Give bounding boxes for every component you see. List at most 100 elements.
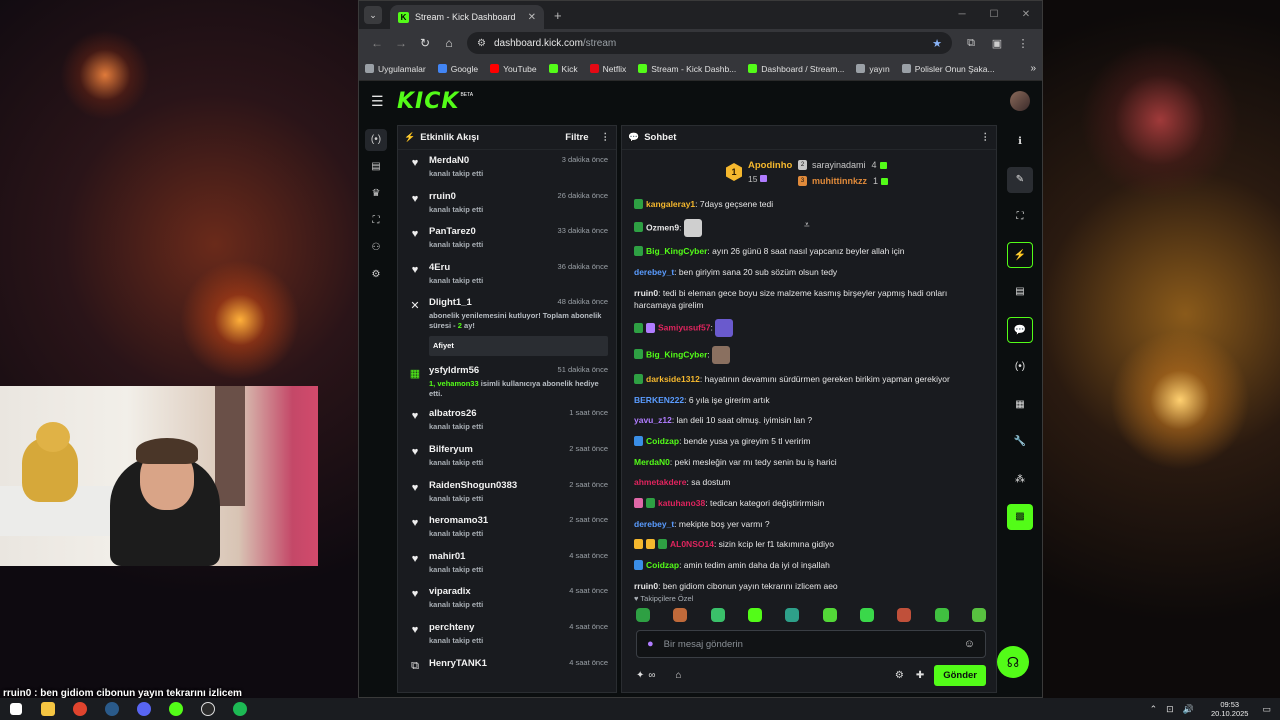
bookmarks-overflow-icon[interactable]: » [1030, 63, 1036, 74]
bookmark-item[interactable]: Uygulamalar [365, 64, 426, 74]
maximize-icon[interactable]: ☐ [978, 1, 1010, 29]
quick-emote[interactable] [859, 608, 874, 622]
profile-icon[interactable]: ▣ [984, 37, 1010, 50]
activity-username[interactable]: mahir01 [429, 551, 465, 562]
activity-username[interactable]: viparadix [429, 586, 471, 597]
activity-event[interactable]: ♥ perchteny 4 saat önce kanalı takip etti [398, 619, 616, 655]
bookmark-star-icon[interactable]: ★ [932, 37, 942, 50]
obs-icon[interactable] [192, 698, 224, 720]
edit-icon[interactable]: ✎ [1007, 166, 1033, 193]
chat-message-input[interactable] [663, 638, 964, 650]
activity-event[interactable]: ⧉ HenryTANK1 4 saat önce [398, 655, 616, 691]
activity-event[interactable]: ♥ Bilferyum 2 saat önce kanalı takip etti [398, 441, 616, 477]
reload-icon[interactable]: ↻ [413, 36, 437, 50]
quick-emote[interactable] [934, 608, 949, 622]
bookmark-item[interactable]: Stream - Kick Dashb... [638, 64, 736, 74]
quick-emote[interactable] [673, 608, 688, 622]
support-headset-button[interactable]: ☊ [997, 646, 1029, 678]
chat-username[interactable]: derebey_t [634, 267, 674, 277]
activity-username[interactable]: HenryTANK1 [429, 658, 487, 669]
chat-username[interactable]: Big_KingCyber [646, 349, 707, 359]
tab-close-icon[interactable]: ✕ [528, 12, 536, 23]
extensions-icon[interactable]: ⧉ [958, 37, 984, 50]
chat-toggle-icon[interactable]: 💬 [1007, 316, 1033, 343]
network-icon[interactable]: ⊡ [1166, 704, 1174, 715]
tray-expand-icon[interactable]: ⌃ [1150, 704, 1158, 715]
bookmark-item[interactable]: YouTube [490, 64, 537, 74]
activity-username[interactable]: Bilferyum [429, 444, 473, 455]
address-bar[interactable]: ⚙ dashboard.kick.com /stream ★ [467, 32, 952, 54]
gift-icon[interactable]: ✚ [916, 670, 924, 681]
chat-settings-icon[interactable]: ⚙ [895, 670, 904, 681]
activity-username[interactable]: rruin0 [429, 191, 456, 202]
activity-username[interactable]: RaidenShogun0383 [429, 480, 517, 491]
activity-event[interactable]: ♥ 4Eru 36 dakika önce kanalı takip etti [398, 259, 616, 295]
kick-logo[interactable]: KICK [397, 89, 459, 114]
stream-nav-icon[interactable]: (•) [365, 129, 387, 151]
system-clock[interactable]: 09:53 20.10.2025 [1211, 700, 1249, 718]
tab-kick-dashboard[interactable]: K Stream - Kick Dashboard ✕ [390, 5, 544, 29]
leader-name[interactable]: sarayinadami [812, 160, 866, 170]
chat-username[interactable]: ahmetakdere [634, 477, 686, 487]
file-explorer-icon[interactable] [32, 698, 64, 720]
tools-icon[interactable]: 🔧 [1007, 429, 1033, 455]
quick-emote[interactable] [897, 608, 912, 622]
gift-recipient[interactable]: vehamon33 [437, 379, 478, 388]
chat-username[interactable]: darkside1312 [646, 374, 700, 384]
activity-event-resub[interactable]: ✕ Dlight1_1 48 dakika önce abonelik yenilem… [398, 294, 616, 362]
chat-username[interactable]: Samiyusuf57 [658, 323, 710, 333]
leader-name[interactable]: Apodinho [748, 160, 792, 171]
clip-icon[interactable]: ▩ [1007, 504, 1033, 530]
kick-app-icon[interactable] [160, 698, 192, 720]
chat-username[interactable]: kangaleray1 [646, 199, 695, 209]
minimize-icon[interactable]: ─ [946, 1, 978, 29]
bookmark-item[interactable]: yayın [856, 64, 890, 74]
bookmark-item[interactable]: Polisler Onun Şaka... [901, 64, 995, 74]
discord-icon[interactable] [128, 698, 160, 720]
microphone-icon[interactable]: ● [647, 638, 654, 650]
activity-event[interactable]: ♥ rruin0 26 dakika önce kanalı takip etti [398, 188, 616, 224]
activity-event[interactable]: ♥ PanTarez0 33 dakika önce kanalı takip ett… [398, 223, 616, 259]
activity-event[interactable]: ♥ mahir01 4 saat önce kanalı takip etti [398, 548, 616, 584]
quick-emote[interactable] [747, 608, 762, 622]
broadcast-icon[interactable]: (•) [1007, 354, 1033, 380]
menu-icon[interactable]: ⋮ [1010, 37, 1036, 50]
chat-username[interactable]: BERKEN222 [634, 395, 684, 405]
screen-icon[interactable]: ⛶ [1007, 204, 1033, 230]
quick-emote[interactable] [710, 608, 725, 622]
chat-username[interactable]: yavu_z12 [634, 415, 672, 425]
chat-username[interactable]: katuhano38 [658, 498, 705, 508]
bookmark-item[interactable]: Dashboard / Stream... [748, 64, 844, 74]
chat-username[interactable]: AL0NSO14 [670, 539, 714, 549]
chat-username[interactable]: rruin0 [634, 581, 658, 591]
trophy-nav-icon[interactable]: ♛ [365, 183, 387, 205]
info-icon[interactable]: ℹ [1007, 129, 1033, 155]
activity-username[interactable]: ysfyldrm56 [429, 365, 479, 376]
quick-emote[interactable] [785, 608, 800, 622]
user-avatar[interactable] [1010, 91, 1030, 111]
store-icon[interactable]: ⌂ [676, 670, 682, 681]
leader-name[interactable]: muhittinnkzz [812, 176, 867, 186]
start-button[interactable] [0, 698, 32, 720]
quick-emote[interactable] [822, 608, 837, 622]
share-icon[interactable]: ⁂ [1007, 467, 1033, 493]
activity-username[interactable]: 4Eru [429, 262, 450, 273]
volume-icon[interactable]: 🔊 [1183, 704, 1194, 715]
chat-username[interactable]: Big_KingCyber [646, 246, 707, 256]
close-window-icon[interactable]: ✕ [1010, 1, 1042, 29]
home-icon[interactable]: ⌂ [437, 36, 461, 50]
activity-username[interactable]: perchteny [429, 622, 474, 633]
spotify-icon[interactable] [224, 698, 256, 720]
chat-username[interactable]: rruin0 [634, 288, 658, 298]
emoji-icon[interactable]: ☺ [964, 638, 975, 650]
activity-username[interactable]: Dlight1_1 [429, 297, 472, 308]
notification-icon[interactable]: ▭ [1262, 704, 1271, 715]
chat-more-icon[interactable]: ⋮ [981, 132, 991, 143]
chrome-icon[interactable] [64, 698, 96, 720]
bookmark-item[interactable]: Kick [548, 64, 578, 74]
activity-username[interactable]: MerdaN0 [429, 155, 469, 166]
activity-event[interactable]: ♥ viparadix 4 saat önce kanalı takip etti [398, 583, 616, 619]
activity-username[interactable]: PanTarez0 [429, 226, 476, 237]
filter-button[interactable]: Filtre [565, 132, 588, 143]
activity-event[interactable]: ♥ albatros26 1 saat önce kanalı takip etti [398, 405, 616, 441]
